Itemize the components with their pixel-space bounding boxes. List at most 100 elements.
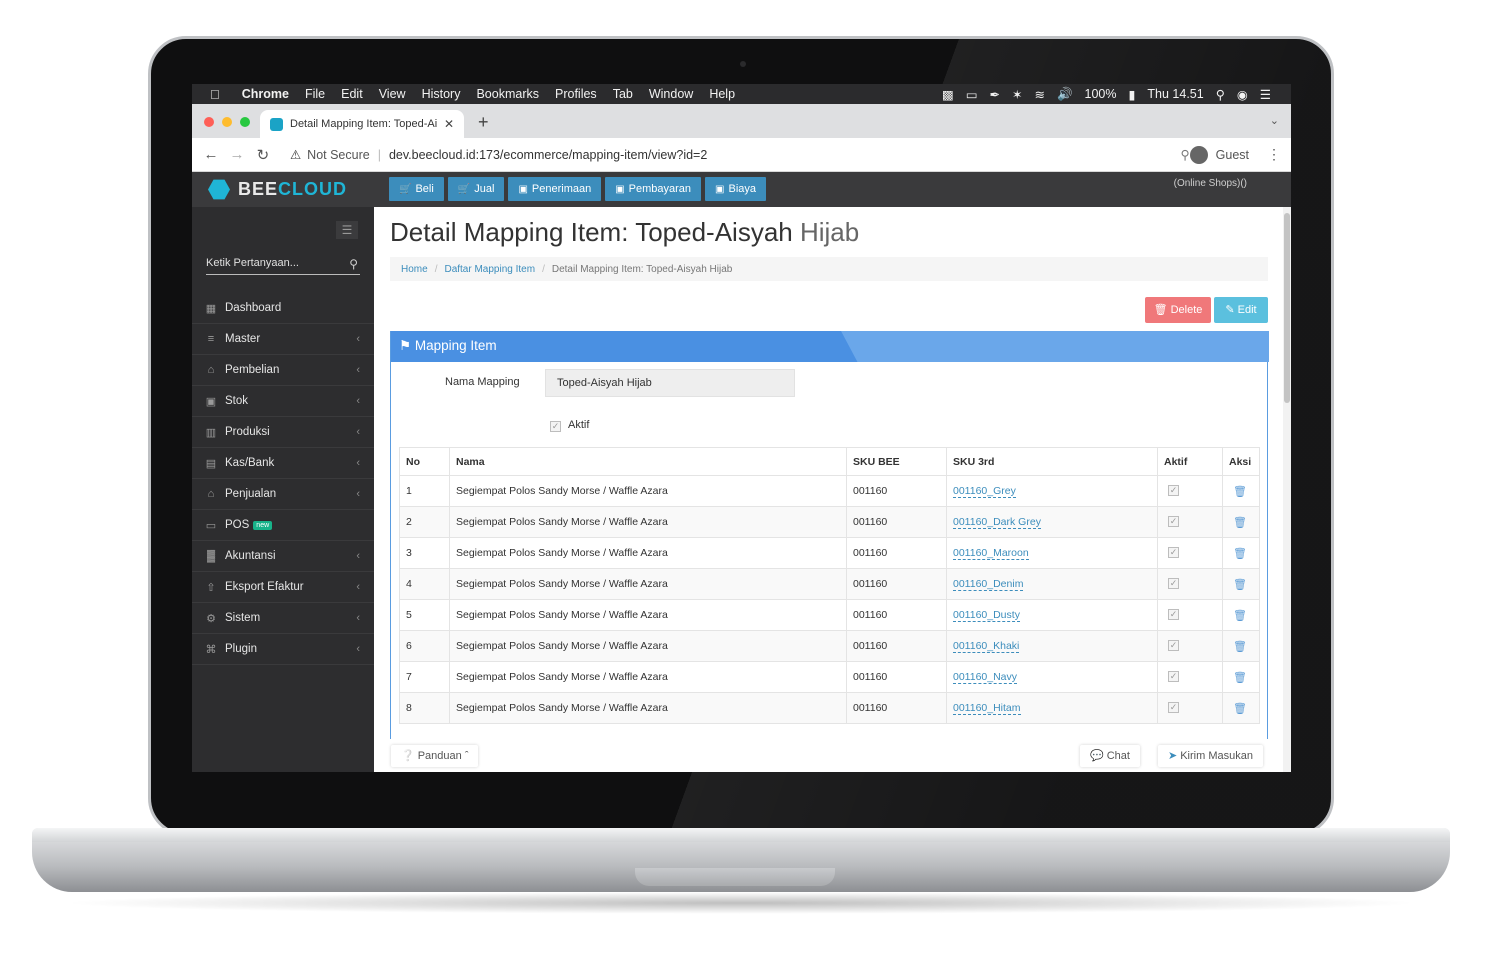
delete-row-icon[interactable]: 🗑 [1233, 703, 1247, 715]
row-aktif-checkbox[interactable]: ✓ [1168, 578, 1179, 589]
tab-search-chevron-icon[interactable]: ⌄ [1270, 114, 1279, 127]
user-circle-icon[interactable]: ◉ [1231, 87, 1254, 102]
kirim-masukan-button[interactable]: ➤ Kirim Masukan [1158, 745, 1263, 767]
sidebar-toggle-icon[interactable]: ☰ [336, 221, 358, 239]
sidebar-item-pos[interactable]: ▭ POS new [192, 510, 374, 541]
sku-3rd-link[interactable]: 001160_Dark Grey [953, 516, 1041, 529]
menu-help[interactable]: Help [701, 87, 743, 101]
breadcrumb-list[interactable]: Daftar Mapping Item [444, 264, 535, 275]
status-app-icon[interactable]: ▩ [936, 87, 960, 102]
jual-button[interactable]: 🛒 Jual [447, 177, 505, 201]
row-aktif-checkbox[interactable]: ✓ [1168, 547, 1179, 558]
aktif-checkbox[interactable]: ✓ [550, 421, 561, 432]
beecloud-logo[interactable]: BEE CLOUD [192, 172, 374, 207]
sku-3rd-link[interactable]: 001160_Khaki [953, 640, 1020, 653]
col-aksi[interactable]: Aksi [1222, 447, 1260, 476]
sku-3rd-link[interactable]: 001160_Dusty [953, 609, 1020, 622]
sidebar-item-dashboard[interactable]: ▦ Dashboard [192, 293, 374, 324]
pen-icon[interactable]: ✒ [984, 87, 1006, 102]
sidebar-item-kas-bank[interactable]: ▤ Kas/Bank ‹ [192, 448, 374, 479]
sku-3rd-link[interactable]: 001160_Hitam [953, 702, 1021, 715]
menu-bookmarks[interactable]: Bookmarks [468, 87, 547, 101]
sidebar-item-plugin[interactable]: ⌘ Plugin ‹ [192, 634, 374, 665]
search-icon[interactable]: ⚲ [349, 257, 358, 271]
menu-profiles[interactable]: Profiles [547, 87, 605, 101]
bluetooth-icon[interactable]: ✶ [1006, 87, 1028, 102]
apple-icon[interactable]:  [192, 87, 234, 102]
reload-icon[interactable]: ↻ [250, 146, 276, 164]
profile-button[interactable]: Guest ⋮ [1189, 145, 1281, 164]
sidebar-item-penjualan[interactable]: ⌂ Penjualan ‹ [192, 479, 374, 510]
online-shops-label[interactable]: (Online Shops)() [1174, 178, 1247, 189]
menu-file[interactable]: File [297, 87, 333, 101]
sidebar-item-master[interactable]: ≡ Master ‹ [192, 324, 374, 355]
maximize-window-button[interactable] [240, 117, 250, 127]
minimize-window-button[interactable] [222, 117, 232, 127]
sidebar-item-sistem[interactable]: ⚙ Sistem ‹ [192, 603, 374, 634]
sku-3rd-link[interactable]: 001160_Maroon [953, 547, 1029, 560]
wifi-icon[interactable]: ≋ [1028, 87, 1050, 102]
row-aktif-checkbox[interactable]: ✓ [1168, 671, 1179, 682]
col-no[interactable]: No [399, 447, 450, 476]
biaya-button[interactable]: ▣ Biaya [705, 177, 767, 201]
close-window-button[interactable] [204, 117, 214, 127]
edit-button[interactable]: ✎ Edit [1214, 297, 1268, 323]
volume-icon[interactable]: 🔊 [1051, 87, 1079, 102]
forward-icon[interactable]: → [224, 146, 250, 163]
omnibox[interactable]: ⚠ Not Secure | dev.beecloud.id:173/ecomm… [290, 147, 1190, 163]
panduan-button[interactable]: ❔ Panduan ˆ [391, 745, 479, 767]
menu-tab[interactable]: Tab [605, 87, 641, 101]
beli-button[interactable]: 🛒 Beli [389, 177, 444, 201]
row-aktif-checkbox[interactable]: ✓ [1168, 485, 1179, 496]
delete-button[interactable]: 🗑 Delete [1145, 297, 1211, 323]
delete-row-icon[interactable]: 🗑 [1233, 486, 1247, 498]
notification-list-icon[interactable]: ☰ [1254, 87, 1277, 102]
row-aktif-checkbox[interactable]: ✓ [1168, 640, 1179, 651]
battery-icon[interactable]: ▮ [1123, 87, 1142, 102]
menu-window[interactable]: Window [641, 87, 701, 101]
delete-row-icon[interactable]: 🗑 [1233, 579, 1247, 591]
sidebar-item-akuntansi[interactable]: ▓ Akuntansi ‹ [192, 541, 374, 572]
page-scrollbar[interactable] [1283, 207, 1291, 772]
menu-app-name[interactable]: Chrome [234, 87, 297, 101]
delete-row-icon[interactable]: 🗑 [1233, 641, 1247, 653]
airplay-icon[interactable]: ▭ [960, 87, 984, 102]
delete-row-icon[interactable]: 🗑 [1233, 517, 1247, 529]
row-aktif-checkbox[interactable]: ✓ [1168, 516, 1179, 527]
search-input[interactable]: Ketik Pertanyaan... ⚲ [206, 257, 360, 275]
zoom-icon[interactable]: ⚲ [1180, 147, 1189, 162]
sidebar-item-pembelian[interactable]: ⌂ Pembelian ‹ [192, 355, 374, 386]
row-aktif-checkbox[interactable]: ✓ [1168, 702, 1179, 713]
close-tab-icon[interactable]: ✕ [444, 117, 454, 131]
new-tab-icon[interactable]: + [478, 112, 489, 133]
sku-3rd-link[interactable]: 001160_Grey [953, 485, 1016, 498]
chat-button[interactable]: 💬 Chat [1080, 745, 1140, 767]
sidebar-item-produksi[interactable]: ▥ Produksi ‹ [192, 417, 374, 448]
row-aktif-checkbox[interactable]: ✓ [1168, 609, 1179, 620]
sidebar-item-eksport-efaktur[interactable]: ⇧ Eksport Efaktur ‹ [192, 572, 374, 603]
col-sku-bee[interactable]: SKU BEE [846, 447, 947, 476]
menu-history[interactable]: History [414, 87, 469, 101]
scrollbar-thumb[interactable] [1284, 213, 1290, 403]
menu-edit[interactable]: Edit [333, 87, 371, 101]
kebab-menu-icon[interactable]: ⋮ [1267, 146, 1281, 163]
delete-row-icon[interactable]: 🗑 [1233, 610, 1247, 622]
spotlight-icon[interactable]: ⚲ [1210, 87, 1231, 102]
delete-row-icon[interactable]: 🗑 [1233, 548, 1247, 560]
sidebar-item-stok[interactable]: ▣ Stok ‹ [192, 386, 374, 417]
menu-view[interactable]: View [371, 87, 414, 101]
pembayaran-button[interactable]: ▣ Pembayaran [605, 177, 702, 201]
clock[interactable]: Thu 14.51 [1141, 87, 1209, 101]
sku-3rd-link[interactable]: 001160_Navy [953, 671, 1018, 684]
nama-mapping-field[interactable]: Toped-Aisyah Hijab [545, 369, 795, 397]
col-sku-3rd[interactable]: SKU 3rd [946, 447, 1158, 476]
back-icon[interactable]: ← [198, 146, 224, 163]
col-aktif[interactable]: Aktif [1157, 447, 1223, 476]
col-nama[interactable]: Nama [449, 447, 847, 476]
not-secure-label[interactable]: Not Secure [307, 148, 370, 162]
url-text[interactable]: dev.beecloud.id:173/ecommerce/mapping-it… [389, 148, 707, 162]
penerimaan-button[interactable]: ▣ Penerimaan [508, 177, 602, 201]
delete-row-icon[interactable]: 🗑 [1233, 672, 1247, 684]
sku-3rd-link[interactable]: 001160_Denim [953, 578, 1024, 591]
breadcrumb-home[interactable]: Home [401, 264, 428, 275]
